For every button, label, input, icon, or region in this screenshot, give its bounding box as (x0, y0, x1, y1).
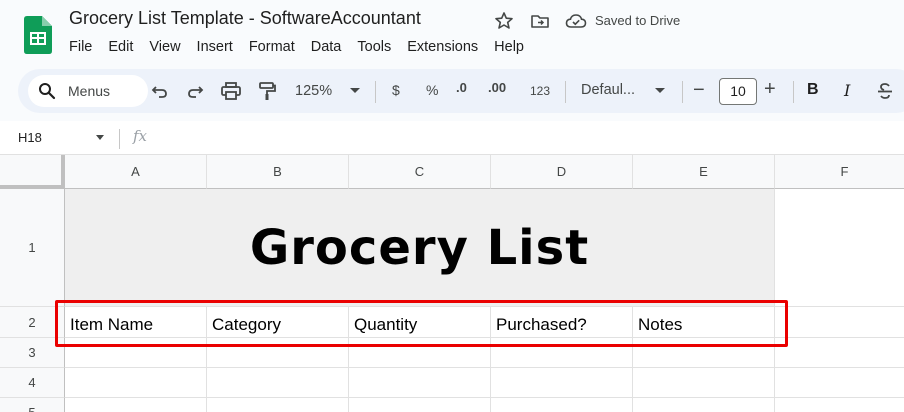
column-header-a[interactable]: A (65, 155, 207, 189)
row-header-5[interactable]: 5 (0, 398, 65, 412)
menu-insert[interactable]: Insert (197, 39, 233, 55)
row-header-1[interactable]: 1 (0, 189, 65, 307)
percent-format-button[interactable]: % (426, 82, 438, 98)
cell-f1[interactable] (775, 189, 904, 307)
title-bar: Grocery List Template - SoftwareAccounta… (0, 0, 904, 66)
menu-format[interactable]: Format (249, 39, 295, 55)
cell-a5[interactable] (65, 398, 207, 412)
toolbar-divider (375, 81, 376, 103)
cell-f4[interactable] (775, 368, 904, 398)
menu-bar: File Edit View Insert Format Data Tools … (69, 39, 540, 55)
menu-tools[interactable]: Tools (357, 39, 391, 55)
undo-icon[interactable] (151, 81, 169, 101)
column-header-d[interactable]: D (491, 155, 633, 189)
column-header-c[interactable]: C (349, 155, 491, 189)
cell-b5[interactable] (207, 398, 349, 412)
currency-format-button[interactable]: $ (392, 82, 400, 98)
toolbar-divider (793, 81, 794, 103)
cell-a4[interactable] (65, 368, 207, 398)
decrease-font-size-button[interactable]: − (693, 79, 705, 102)
redo-icon[interactable] (186, 81, 204, 101)
menu-help[interactable]: Help (494, 39, 524, 55)
font-select[interactable]: Defaul... (581, 82, 635, 98)
name-box[interactable]: H18 (18, 130, 42, 145)
cloud-saved-icon[interactable] (565, 11, 587, 31)
number-format-button[interactable]: 123 (530, 84, 550, 98)
cell-f5[interactable] (775, 398, 904, 412)
header-row-highlight (55, 300, 788, 347)
cell-e5[interactable] (633, 398, 775, 412)
cell-d4[interactable] (491, 368, 633, 398)
fx-icon: fx (133, 127, 148, 145)
menus-search-label: Menus (68, 83, 111, 99)
toolbar-divider (682, 81, 683, 103)
saved-status: Saved to Drive (595, 13, 681, 28)
chevron-down-icon[interactable] (654, 87, 666, 95)
strikethrough-icon[interactable] (876, 81, 894, 101)
cell-c4[interactable] (349, 368, 491, 398)
cell-e4[interactable] (633, 368, 775, 398)
column-header-e[interactable]: E (633, 155, 775, 189)
print-icon[interactable] (220, 81, 242, 101)
increase-font-size-button[interactable]: + (764, 78, 776, 101)
zoom-select[interactable]: 125% (295, 83, 332, 99)
cell-f2[interactable] (775, 307, 904, 338)
menu-edit[interactable]: Edit (108, 39, 133, 55)
select-all-corner[interactable] (0, 155, 65, 189)
italic-button[interactable]: I (844, 81, 850, 100)
chevron-down-icon[interactable] (96, 135, 104, 140)
spreadsheet-grid: A B C D E F 1 2 3 4 5 Grocery List Item … (0, 155, 904, 412)
toolbar: Menus 125% $ % .0 .00 123 Defaul... − 10… (18, 69, 904, 113)
font-size-input[interactable]: 10 (719, 78, 757, 105)
increase-decimals-button[interactable]: .00 (488, 80, 506, 95)
menu-file[interactable]: File (69, 39, 92, 55)
decrease-decimals-button[interactable]: .0 (456, 80, 467, 95)
menu-data[interactable]: Data (311, 39, 342, 55)
cell-d5[interactable] (491, 398, 633, 412)
cell-c5[interactable] (349, 398, 491, 412)
cell-b4[interactable] (207, 368, 349, 398)
move-folder-icon[interactable] (530, 11, 550, 31)
title-merged-cell[interactable]: Grocery List (65, 189, 775, 307)
column-header-f[interactable]: F (775, 155, 904, 189)
paint-format-icon[interactable] (257, 81, 277, 101)
menus-search-button[interactable]: Menus (28, 75, 148, 107)
formula-divider (119, 129, 120, 149)
toolbar-divider (565, 81, 566, 103)
formula-bar: H18 fx (0, 121, 904, 155)
bold-button[interactable]: B (807, 81, 819, 99)
menu-view[interactable]: View (149, 39, 180, 55)
menu-extensions[interactable]: Extensions (407, 39, 478, 55)
document-title[interactable]: Grocery List Template - SoftwareAccounta… (69, 8, 421, 29)
star-icon[interactable] (494, 11, 514, 31)
chevron-down-icon[interactable] (349, 87, 361, 95)
sheets-logo-icon[interactable] (22, 16, 52, 54)
sheet-title: Grocery List (249, 220, 590, 276)
column-header-b[interactable]: B (207, 155, 349, 189)
search-icon (39, 83, 56, 100)
row-header-4[interactable]: 4 (0, 368, 65, 398)
cell-f3[interactable] (775, 338, 904, 368)
